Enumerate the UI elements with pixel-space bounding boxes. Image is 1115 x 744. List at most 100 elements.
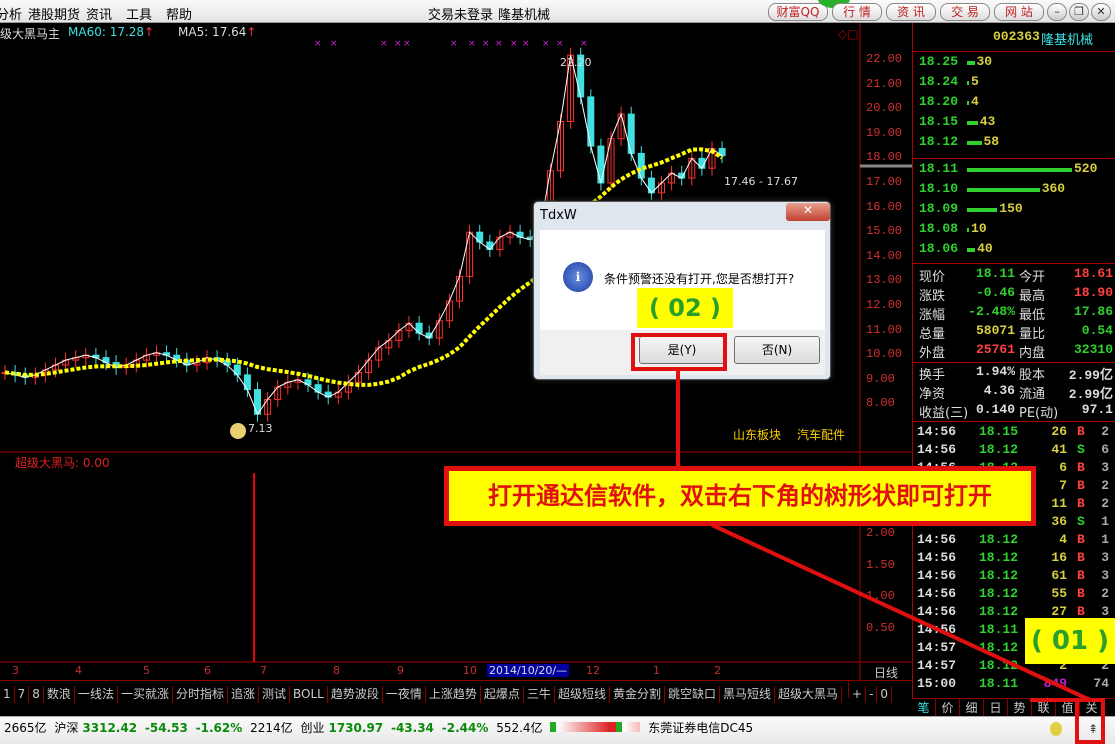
ask-row[interactable]: 18.20 4 — [919, 94, 1113, 113]
bid-price: 18.06 — [919, 241, 959, 256]
ask-price: 18.25 — [919, 54, 959, 69]
quote-tab[interactable]: 细 — [960, 699, 984, 716]
trade-side: B — [1077, 424, 1085, 439]
stat-label: 今开 — [1019, 270, 1046, 285]
indicator-tab[interactable]: 分时指标 — [173, 686, 228, 703]
trade-count: 3 — [1101, 460, 1109, 475]
index-percent: -1.62% — [195, 721, 243, 735]
quote-tab[interactable]: 势 — [1008, 699, 1032, 716]
ask-volume: 30 — [976, 54, 993, 69]
indicator-tab[interactable]: BOLL — [290, 686, 328, 703]
quote-panel: 002363 隆基机械 18.25 30 18.24 5 18.20 4 18.15 43 18.… — [912, 23, 1115, 698]
volume-bar — [967, 168, 1072, 172]
wealth-qq-button[interactable]: 财富QQ — [768, 3, 828, 21]
y-tick: 14.00 — [866, 248, 903, 263]
bid-row[interactable]: 18.11 520 — [919, 161, 1113, 180]
indicator-tab[interactable]: 三牛 — [524, 686, 555, 703]
website-button[interactable]: 网 站 — [994, 3, 1044, 21]
indicator-tab[interactable]: + — [849, 686, 867, 703]
indicator-tab[interactable]: 一买就涨 — [118, 686, 173, 703]
indicator-tab[interactable]: 0 — [877, 686, 893, 703]
ask-row[interactable]: 18.24 5 — [919, 74, 1113, 93]
menu-tools[interactable]: 工具 — [126, 4, 152, 23]
ask-row[interactable]: 18.25 30 — [919, 54, 1113, 73]
news-button[interactable]: 资 讯 — [886, 3, 936, 21]
indicator-tab[interactable]: 黄金分割 — [610, 686, 665, 703]
sector-tag[interactable]: 汽车配件 — [797, 426, 845, 443]
trade-time: 15:00 — [917, 676, 957, 691]
bid-row[interactable]: 18.08 10 — [919, 221, 1113, 240]
menu-analysis[interactable]: 分析 — [0, 4, 22, 23]
bid-row[interactable]: 18.09 150 — [919, 201, 1113, 220]
close-icon[interactable]: ✕ — [1091, 3, 1111, 21]
indicator-tab[interactable]: 数浪 — [44, 686, 75, 703]
menu-hk-futures[interactable]: 港股期货 — [28, 4, 80, 23]
coin-icon[interactable] — [1050, 722, 1062, 736]
stat-label: PE(动) — [1019, 406, 1059, 421]
stat-label: 量比 — [1019, 327, 1046, 342]
stat-label: 现价 — [919, 270, 946, 285]
y-tick: 9.00 — [866, 371, 895, 386]
trade-row: 14:56 18.12 41 S 6 — [917, 442, 1111, 461]
period-label[interactable]: 日线 — [874, 664, 898, 681]
bid-volume: 360 — [1041, 181, 1066, 196]
stat-label: 换手 — [919, 368, 946, 383]
login-status[interactable]: 交易未登录 — [428, 4, 493, 23]
dialog-close-button[interactable]: ✕ — [786, 203, 830, 221]
dialog-message: 条件预警还没有打开,您是否想打开? — [604, 272, 795, 286]
marker-x: × — [450, 39, 458, 49]
indicator-tab[interactable]: 起爆点 — [481, 686, 524, 703]
ask-row[interactable]: 18.15 43 — [919, 114, 1113, 133]
quote-tab[interactable]: 日 — [984, 699, 1008, 716]
sector-tag[interactable]: 山东板块 — [733, 426, 781, 443]
indicator-tab[interactable]: 一夜情 — [383, 686, 426, 703]
indicator-tab[interactable] — [842, 681, 850, 698]
index-percent: -2.44% — [441, 721, 489, 735]
indicator-tab[interactable]: 8 — [29, 686, 44, 703]
restore-icon[interactable]: ❐ — [1069, 3, 1089, 21]
trade-row: 14:56 18.12 55 B 2 — [917, 586, 1111, 605]
y-tick: 11.00 — [866, 322, 903, 337]
marker-x: × — [314, 39, 322, 49]
trade-time: 14:56 — [917, 586, 957, 601]
chart-options-icon[interactable]: ◇□ — [838, 27, 859, 41]
indicator-tab[interactable]: 1 — [0, 686, 15, 703]
menu-news[interactable]: 资讯 — [86, 4, 112, 23]
ask-row[interactable]: 18.12 58 — [919, 134, 1113, 153]
marker-x: × — [542, 39, 550, 49]
no-button[interactable]: 否(N) — [734, 336, 820, 364]
stat-row: 换手 1.94% 股本 2.99亿 — [919, 364, 1113, 383]
trade-count: 2 — [1101, 496, 1109, 511]
stat-label: 最高 — [1019, 289, 1046, 304]
stat-value: 97.1 — [1081, 402, 1113, 417]
x-tick: 6 — [204, 664, 211, 677]
broker-server[interactable]: 东莞证券电信DC45 — [648, 721, 753, 735]
stat-value: 4.36 — [983, 383, 1015, 398]
indicator-tab[interactable]: 7 — [15, 686, 30, 703]
indicator-tab[interactable]: 黑马短线 — [720, 686, 775, 703]
indicator-tab[interactable]: 趋势波段 — [328, 686, 383, 703]
y-tick: 13.00 — [866, 273, 903, 288]
x-tick: 8 — [333, 664, 340, 677]
bid-row[interactable]: 18.06 40 — [919, 241, 1113, 260]
trade-button[interactable]: 交 易 — [940, 3, 990, 21]
trade-time: 14:56 — [917, 424, 957, 439]
stat-value: 2.99亿 — [1068, 368, 1113, 383]
market-button[interactable]: 行 情 — [832, 3, 882, 21]
menu-help[interactable]: 帮助 — [166, 4, 192, 23]
indicator-tab[interactable]: - — [866, 686, 878, 703]
indicator-tab[interactable]: 上涨趋势 — [426, 686, 481, 703]
indicator-tab[interactable]: 一线法 — [75, 686, 118, 703]
trade-time: 14:56 — [917, 442, 957, 457]
quote-tab[interactable]: 联 — [1032, 699, 1056, 716]
bid-row[interactable]: 18.10 360 — [919, 181, 1113, 200]
indicator-tab[interactable]: 跳空缺口 — [665, 686, 720, 703]
x-tick: 10 — [463, 664, 477, 677]
minimize-icon[interactable]: – — [1047, 3, 1067, 21]
quote-tab[interactable]: 价 — [936, 699, 960, 716]
quote-tab[interactable]: 笔 — [912, 699, 936, 716]
indicator-tab[interactable]: 测试 — [259, 686, 291, 703]
indicator-tab[interactable]: 超级大黑马 — [775, 686, 843, 703]
indicator-tab[interactable]: 追涨 — [228, 686, 259, 703]
indicator-tab[interactable]: 超级短线 — [555, 686, 610, 703]
